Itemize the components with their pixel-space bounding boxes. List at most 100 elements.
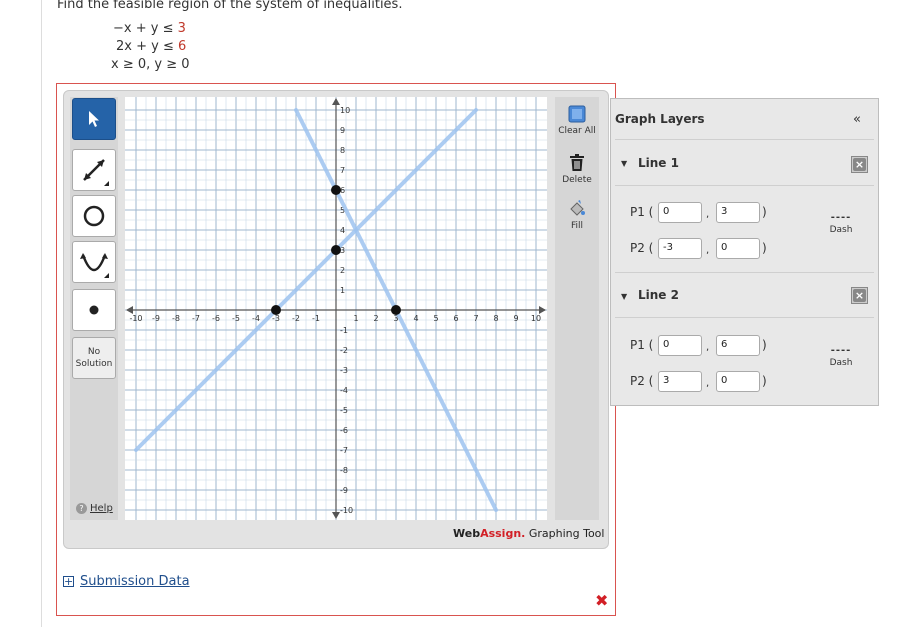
parabola-tool-button[interactable] — [72, 241, 116, 283]
y-axis-arrow-up — [332, 98, 340, 105]
y-tick-label: -5 — [340, 406, 348, 415]
line-1-p1-label: P1 ( — [630, 205, 654, 219]
y-tick-label: 1 — [340, 286, 345, 295]
graph-layers-title: Graph Layers — [615, 112, 705, 126]
x-tick-label: 5 — [433, 314, 438, 323]
line-2-close-button[interactable]: × — [851, 287, 868, 304]
y-tick-label: 2 — [340, 266, 345, 275]
y-tick-label: -7 — [340, 446, 348, 455]
circle-tool-icon — [83, 205, 105, 227]
line-1-close-button[interactable]: × — [851, 156, 868, 173]
submission-data-label: Submission Data — [80, 574, 190, 589]
line-2-p1-x-input[interactable]: 0 — [658, 335, 702, 356]
x-tick-label: 7 — [473, 314, 478, 323]
line-1-p2-label: P2 ( — [630, 241, 654, 255]
delete-label: Delete — [562, 174, 592, 185]
submission-data-link[interactable]: + Submission Data — [63, 574, 190, 589]
comma-separator: , — [706, 342, 710, 353]
paint-bucket-icon — [570, 199, 585, 216]
divider — [615, 139, 874, 140]
line-2-title: Line 2 — [638, 288, 679, 302]
x-tick-label: -9 — [152, 314, 160, 323]
line-tool-button[interactable] — [72, 149, 116, 191]
collapse-panel-button[interactable]: « — [853, 112, 861, 127]
help-link[interactable]: ? Help — [76, 503, 113, 514]
line-1-p2-y-input[interactable]: 0 — [716, 238, 760, 259]
x-axis-arrow-right — [539, 306, 546, 314]
fill-label: Fill — [570, 220, 584, 231]
y-tick-label: -8 — [340, 466, 348, 475]
x-tick-label: -2 — [292, 314, 300, 323]
coordinate-plane[interactable]: -10 -9 -8 -7 -6 -5 -4 -3 -2 -1 1 2 3 4 5 6 7 8 9 10-10-9-8-… — [125, 97, 547, 520]
inequality-1-lhs: −x + y ≤ — [113, 21, 178, 36]
graph-point — [331, 245, 341, 255]
paren-close: ) — [762, 374, 767, 388]
y-tick-label: -3 — [340, 366, 348, 375]
fill-button[interactable]: Fill — [555, 193, 599, 237]
line-2-dash-label: Dash — [829, 358, 853, 368]
line-1-p1-y-input[interactable]: 3 — [716, 202, 760, 223]
inequality-3: x ≥ 0, y ≥ 0 — [111, 57, 190, 72]
webassign-branding: WebAssign. Graphing Tool — [453, 527, 604, 540]
line-1-p2-x-input[interactable]: -3 — [658, 238, 702, 259]
line-2-p1-y-input[interactable]: 6 — [716, 335, 760, 356]
question-prompt: Find the feasible region of the system o… — [57, 0, 403, 12]
line-1-dash-button[interactable]: ---- Dash — [817, 211, 865, 247]
graph-point — [271, 305, 281, 315]
clear-all-button[interactable]: Clear All — [555, 98, 599, 142]
graph-point — [331, 185, 341, 195]
help-icon: ? — [76, 503, 87, 514]
line-2-dash-button[interactable]: ---- Dash — [817, 344, 865, 380]
y-tick-label: 4 — [340, 226, 345, 235]
x-tick-label: 1 — [353, 314, 358, 323]
line-2-p2-label: P2 ( — [630, 374, 654, 388]
divider — [615, 317, 874, 318]
point-tool-button[interactable] — [72, 289, 116, 331]
brand-assign: Assign. — [480, 527, 526, 540]
x-tick-label: 4 — [413, 314, 418, 323]
x-tick-label: 6 — [453, 314, 458, 323]
x-tick-label: -4 — [252, 314, 260, 323]
circle-tool-button[interactable] — [72, 195, 116, 237]
x-tick-label: 2 — [373, 314, 378, 323]
trash-icon — [570, 153, 584, 171]
y-tick-label: -1 — [340, 326, 348, 335]
line-tool-icon — [83, 159, 109, 186]
divider — [615, 272, 874, 273]
help-label: Help — [90, 503, 113, 514]
y-tick-label: 9 — [340, 126, 345, 135]
no-solution-label-2: Solution — [75, 359, 113, 369]
no-solution-label-1: No — [87, 347, 101, 357]
graph-layers-panel: Graph Layers « ▼ Line 1 × P1 ( 0 , 3 ) P… — [610, 98, 879, 406]
paren-close: ) — [762, 338, 767, 352]
delete-button[interactable]: Delete — [555, 147, 599, 191]
inequality-2: 2x + y ≤ 6 — [116, 39, 186, 54]
expand-plus-icon: + — [63, 575, 74, 588]
y-tick-label: 10 — [340, 106, 350, 115]
line-1-p1-x-input[interactable]: 0 — [658, 202, 702, 223]
dash-pattern-icon: ---- — [830, 345, 852, 356]
pointer-tool-button[interactable] — [72, 98, 116, 140]
inequality-1: −x + y ≤ 3 — [113, 21, 186, 36]
line-1-title: Line 1 — [638, 156, 679, 170]
line-2-p2-x-input[interactable]: 3 — [658, 371, 702, 392]
line-1-dash-label: Dash — [829, 225, 853, 235]
y-tick-label: 8 — [340, 146, 345, 155]
inequality-2-rhs: 6 — [177, 39, 187, 54]
no-solution-button[interactable]: No Solution — [72, 337, 116, 379]
comma-separator: , — [706, 378, 710, 389]
arrow-cursor-icon — [89, 111, 99, 127]
line-1-expand-triangle-icon[interactable]: ▼ — [621, 159, 627, 168]
x-tick-label: -10 — [129, 314, 142, 323]
clear-all-label: Clear All — [558, 125, 596, 136]
close-icon: × — [853, 289, 866, 302]
brand-tool: Graphing Tool — [525, 527, 605, 540]
line-2-p2-y-input[interactable]: 0 — [716, 371, 760, 392]
dash-pattern-icon: ---- — [830, 212, 852, 223]
graph-point — [391, 305, 401, 315]
inequality-1-rhs: 3 — [177, 21, 186, 36]
line-2-expand-triangle-icon[interactable]: ▼ — [621, 292, 627, 301]
line-2-p1-label: P1 ( — [630, 338, 654, 352]
graph-area[interactable]: -10 -9 -8 -7 -6 -5 -4 -3 -2 -1 1 2 3 4 5 6 7 8 9 10 -10 -9 -8-… — [125, 97, 547, 520]
comma-separator: , — [706, 209, 710, 220]
